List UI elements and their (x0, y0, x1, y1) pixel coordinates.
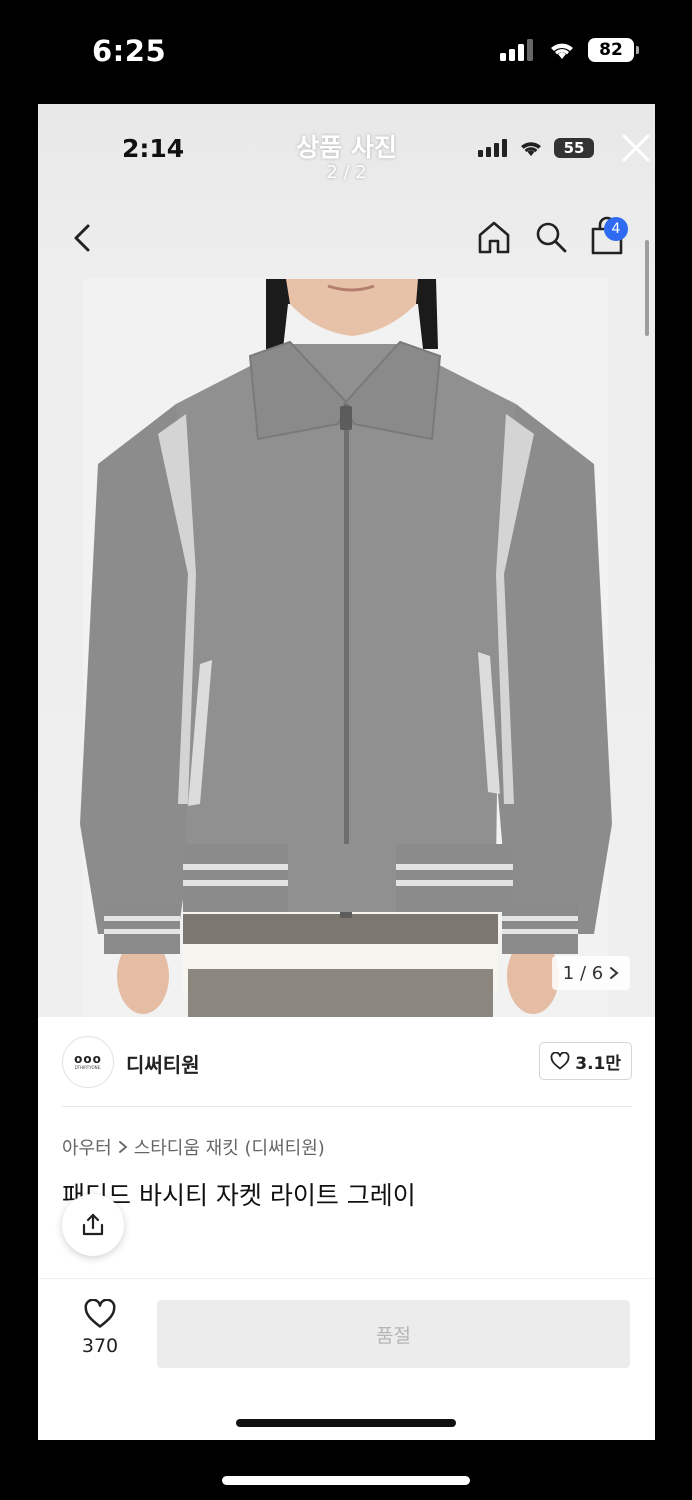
brand-row[interactable]: ооо DTHIRTYONE. 디써티원 3.1만 (62, 1036, 632, 1090)
heart-icon (550, 1052, 570, 1070)
outer-battery-indicator: 82 (588, 38, 639, 62)
signal-icon (500, 39, 533, 61)
inner-home-indicator (236, 1419, 456, 1427)
home-indicator[interactable] (222, 1476, 470, 1485)
viewer-photo-counter: 2 / 2 (326, 162, 367, 183)
breadcrumb: 아우터 스타디움 재킷 (디써티원) (62, 1134, 325, 1160)
chevron-right-icon (118, 1141, 128, 1153)
brand-like-count: 3.1만 (575, 1053, 621, 1074)
wifi-icon (551, 43, 573, 59)
photo-viewer-screen: 2:14 55 상품 사진 2 / 2 4 1 / 6 ооо DTHIRTYO… (38, 104, 655, 1440)
breadcrumb-subcategory[interactable]: 스타디움 재킷 (디써티원) (134, 1134, 325, 1160)
share-icon (82, 1213, 104, 1236)
wish-button[interactable]: 370 (78, 1298, 122, 1357)
scroll-indicator (645, 240, 649, 336)
photo-page-indicator[interactable]: 1 / 6 (552, 956, 630, 990)
brand-logo[interactable]: ооо DTHIRTYONE. (62, 1036, 114, 1088)
breadcrumb-category[interactable]: 아우터 (62, 1134, 112, 1160)
cart-count-badge: 4 (604, 217, 628, 241)
brand-like-button[interactable]: 3.1만 (539, 1042, 632, 1080)
outer-status-time: 6:25 (92, 34, 167, 68)
sold-out-button[interactable]: 품절 (157, 1300, 630, 1368)
brand-logo-mark: ооо (74, 1052, 102, 1066)
outer-status-icons: 82 (500, 38, 639, 62)
home-icon[interactable] (476, 219, 512, 255)
heart-icon (84, 1298, 116, 1328)
viewer-title: 상품 사진 (296, 133, 397, 162)
photo-page-indicator-text: 1 / 6 (562, 962, 604, 984)
bottom-action-bar: 370 품절 (38, 1278, 655, 1440)
close-icon[interactable] (620, 132, 652, 164)
outer-status-bar: 6:25 82 (0, 0, 692, 104)
product-photo-area: 2:14 55 상품 사진 2 / 2 4 1 / 6 (38, 104, 655, 1017)
search-icon[interactable] (533, 219, 569, 255)
share-button[interactable] (62, 1194, 124, 1256)
wish-count: 370 (81, 1335, 119, 1357)
brand-name[interactable]: 디써티원 (126, 1049, 200, 1078)
chevron-right-icon (610, 967, 619, 979)
brand-logo-wordmark: DTHIRTYONE. (74, 1065, 102, 1070)
section-divider (62, 1106, 632, 1107)
back-chevron-icon[interactable] (68, 220, 98, 256)
